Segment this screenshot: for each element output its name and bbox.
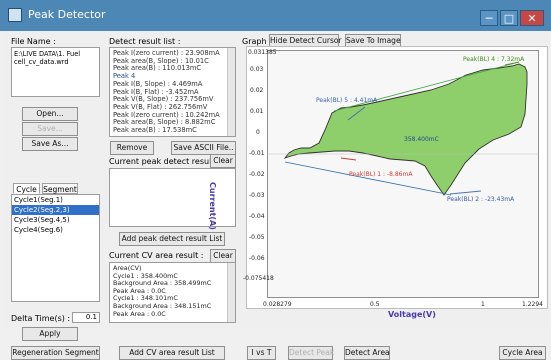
apply-button[interactable]: Apply (22, 327, 78, 341)
window-title: Peak Detector (28, 8, 106, 21)
tab-segment[interactable]: Segment (42, 183, 78, 194)
annotation-peak1: Peak(BL) 1 : -8.86mA (349, 171, 413, 178)
detect-result-list: Peak I(zero current) : 23.908mA Peak are… (109, 47, 236, 137)
current-cv-area-label: Current CV area result : (109, 251, 204, 260)
y-tick: 0.02 (250, 87, 264, 94)
y-tick: 0.01 (250, 108, 264, 115)
list-item[interactable]: Cycle4(Seg.6) (12, 225, 99, 235)
arrow-peak2 (449, 190, 482, 195)
x-tick: 1.2294 (522, 301, 543, 308)
add-cv-area-result-button[interactable]: Add CV area result List (119, 346, 225, 360)
detect-peak-button[interactable]: Detect Peak (288, 346, 334, 360)
title-bar: Peak Detector ─ □ ✕ (0, 0, 551, 31)
app-icon (8, 8, 22, 22)
y-tick: 0 (256, 129, 260, 136)
clear-cv-button[interactable]: Clear (210, 249, 236, 263)
x-tick: 0.5 (370, 301, 380, 308)
y-tick: -0.04 (249, 213, 265, 220)
current-peak-detect-label: Current peak detect result : (109, 157, 220, 166)
regeneration-segment-button[interactable]: Regeneration Segment (11, 346, 100, 360)
close-button[interactable]: ✕ (520, 10, 544, 26)
y-tick: 0.031385 (248, 49, 277, 56)
y-axis-label: Current(A) (208, 182, 217, 230)
detect-result-list-label: Detect result list : (109, 37, 181, 46)
open-button[interactable]: Open... (22, 107, 78, 121)
graph-label: Graph : (242, 37, 272, 46)
file-name-field[interactable]: E:\LIVE DATA\1. Fuel cell_cv_data.wrd (11, 47, 100, 97)
i-vs-t-button[interactable]: I vs T (247, 346, 276, 360)
cv-result-line: Peak Area : 0.0C (113, 309, 166, 318)
tab-cycle[interactable]: Cycle (13, 183, 40, 194)
scrollbar[interactable] (227, 48, 235, 136)
list-item[interactable]: Cycle2(Seg.2,3) (12, 205, 99, 215)
delta-time-input[interactable]: 0.1 (72, 312, 100, 323)
maximize-button[interactable]: □ (500, 10, 518, 26)
y-tick: -0.075418 (243, 275, 274, 282)
annotation-peak2: Peak(BL) 2 : -23.43mA (447, 196, 515, 203)
detect-area-button[interactable]: Detect Area (344, 346, 390, 360)
list-item[interactable]: Cycle3(Seg.4,5) (12, 215, 99, 225)
main-panel: File Name : E:\LIVE DATA\1. Fuel cell_cv… (3, 31, 548, 360)
y-tick: -0.02 (249, 171, 265, 178)
arrow-peak1 (340, 157, 357, 161)
annotation-peak4: Peak(BL) 4 : 7.32mA (463, 56, 525, 63)
cycle-list: Cycle1(Seg.1) Cycle2(Seg.2,3) Cycle3(Seg… (11, 194, 100, 302)
x-tick: 0.028279 (263, 301, 292, 308)
list-item[interactable]: Cycle1(Seg.1) (12, 195, 99, 205)
clear-peak-button[interactable]: Clear (210, 154, 236, 168)
scrollbar[interactable] (227, 263, 235, 322)
save-button[interactable]: Save... (22, 122, 78, 136)
x-tick: 1 (481, 301, 485, 308)
y-tick: -0.03 (249, 192, 265, 199)
minimize-button[interactable]: ─ (480, 10, 498, 26)
save-ascii-file-button[interactable]: Save ASCII File.. (171, 141, 236, 155)
remove-button[interactable]: Remove (110, 141, 154, 155)
cycle-area-button[interactable]: Cycle Area (499, 346, 546, 360)
file-name-label: File Name : (11, 37, 56, 46)
current-cv-result-box: Area(CV) Cycle1 : 358.400mC Background A… (109, 262, 236, 323)
cv-curve-svg: Peak(BL) 4 : 7.32mA Peak(BL) 5 : 4.41mA … (267, 56, 539, 203)
x-axis-label: Voltage(V) (388, 310, 436, 319)
y-tick: -0.06 (249, 255, 265, 262)
annotation-peak5: Peak(BL) 5 : 4.41mA (316, 97, 378, 104)
tree-line: Peak area(B) : 17.538mC (113, 126, 197, 135)
y-tick: 0.03 (250, 66, 264, 73)
add-peak-result-button[interactable]: Add peak detect result List (119, 232, 225, 246)
y-tick: -0.01 (249, 150, 265, 157)
annotation-area: 358.400mC (404, 136, 439, 143)
delta-time-label: Delta Time(s) : (11, 314, 71, 323)
save-as-button[interactable]: Save As... (22, 137, 78, 151)
y-tick: -0.05 (249, 234, 265, 241)
